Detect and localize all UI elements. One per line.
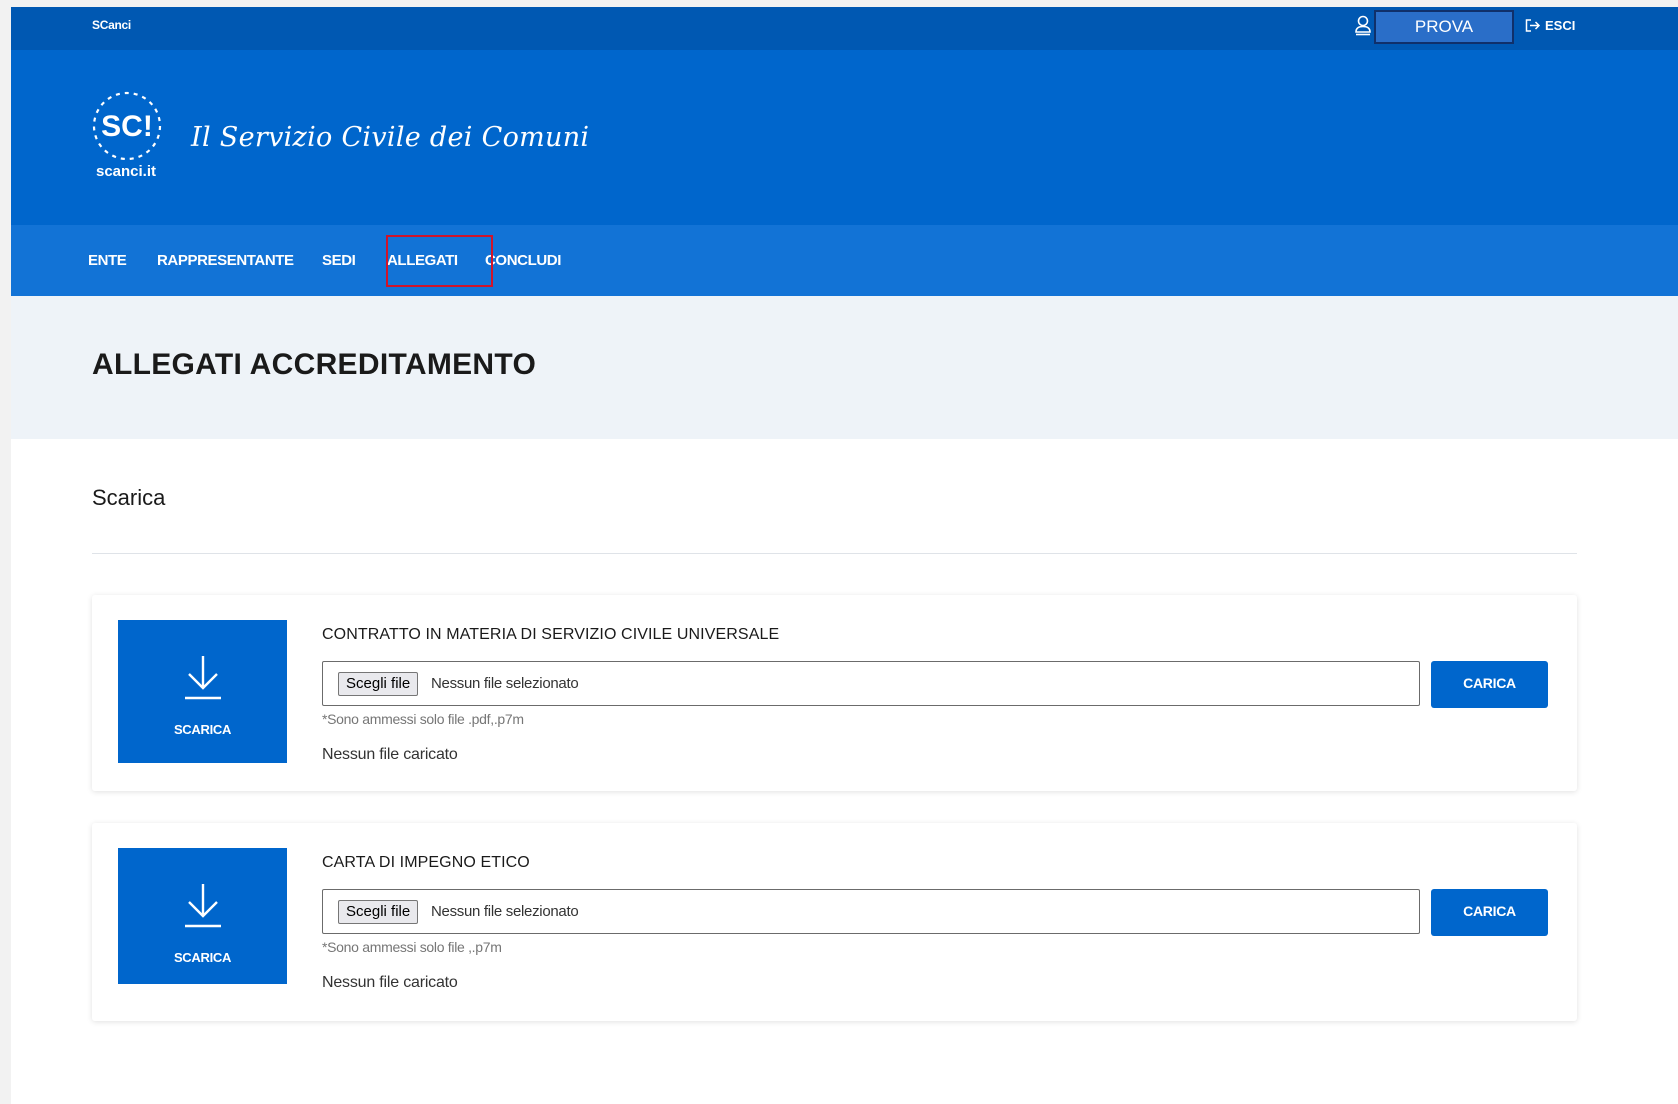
- nav-item-sedi[interactable]: SEDI: [322, 225, 356, 296]
- choose-file-button[interactable]: Scegli file: [338, 900, 419, 924]
- main-nav: ENTE RAPPRESENTANTE SEDI ALLEGATI CONCLU…: [11, 225, 1678, 296]
- download-button[interactable]: SCARICA: [118, 848, 287, 984]
- nav-item-ente[interactable]: ENTE: [88, 225, 127, 296]
- section-title: Scarica: [92, 485, 166, 510]
- upload-status: Nessun file caricato: [322, 974, 458, 991]
- top-bar: SCanci PROVA ESCI: [11, 7, 1678, 50]
- file-input-status: Nessun file selezionato: [431, 903, 579, 920]
- logout-label: ESCI: [1545, 18, 1576, 33]
- upload-button[interactable]: CARICA: [1431, 889, 1548, 936]
- user-name-box[interactable]: PROVA: [1374, 10, 1514, 44]
- site-header: SC! scanci.it Il Servizio Civile dei Com…: [11, 50, 1678, 225]
- upload-status: Nessun file caricato: [322, 746, 458, 763]
- divider: [92, 553, 1577, 554]
- document-card: SCARICA CARTA DI IMPEGNO ETICO Scegli fi…: [92, 823, 1577, 1021]
- user-icon: [1355, 15, 1371, 36]
- file-input[interactable]: Scegli file Nessun file selezionato: [322, 889, 1420, 934]
- upload-button[interactable]: CARICA: [1431, 661, 1548, 708]
- site-logo[interactable]: SC! scanci.it: [89, 90, 184, 185]
- app: SCanci PROVA ESCI SC! scanci.it Il Servi…: [11, 7, 1678, 1104]
- nav-item-rappresentante[interactable]: RAPPRESENTANTE: [157, 225, 294, 296]
- download-icon: [185, 656, 221, 700]
- download-icon: [185, 884, 221, 928]
- logout-button[interactable]: ESCI: [1525, 18, 1575, 33]
- download-label: SCARICA: [173, 950, 232, 965]
- logo-badge: SC!: [101, 110, 153, 143]
- logout-icon: [1525, 19, 1541, 32]
- logo-caption: scanci.it: [96, 163, 156, 180]
- title-band: ALLEGATI ACCREDITAMENTO: [11, 296, 1678, 439]
- document-title: CARTA DI IMPEGNO ETICO: [322, 854, 530, 871]
- page-title: ALLEGATI ACCREDITAMENTO: [92, 348, 537, 381]
- allowed-files-hint: *Sono ammessi solo file .pdf,.p7m: [322, 711, 524, 727]
- nav-item-concludi[interactable]: CONCLUDI: [485, 225, 561, 296]
- allowed-files-hint: *Sono ammessi solo file ,.p7m: [322, 939, 502, 955]
- file-input[interactable]: Scegli file Nessun file selezionato: [322, 661, 1420, 706]
- file-input-status: Nessun file selezionato: [431, 675, 579, 692]
- document-title: CONTRATTO IN MATERIA DI SERVIZIO CIVILE …: [322, 626, 780, 643]
- choose-file-button[interactable]: Scegli file: [338, 672, 419, 696]
- download-button[interactable]: SCARICA: [118, 620, 287, 763]
- active-nav-highlight: [386, 235, 493, 287]
- site-title: Il Servizio Civile dei Comuni: [191, 122, 590, 153]
- download-label: SCARICA: [173, 722, 232, 737]
- brand-name[interactable]: SCanci: [92, 18, 131, 32]
- document-card: SCARICA CONTRATTO IN MATERIA DI SERVIZIO…: [92, 595, 1577, 791]
